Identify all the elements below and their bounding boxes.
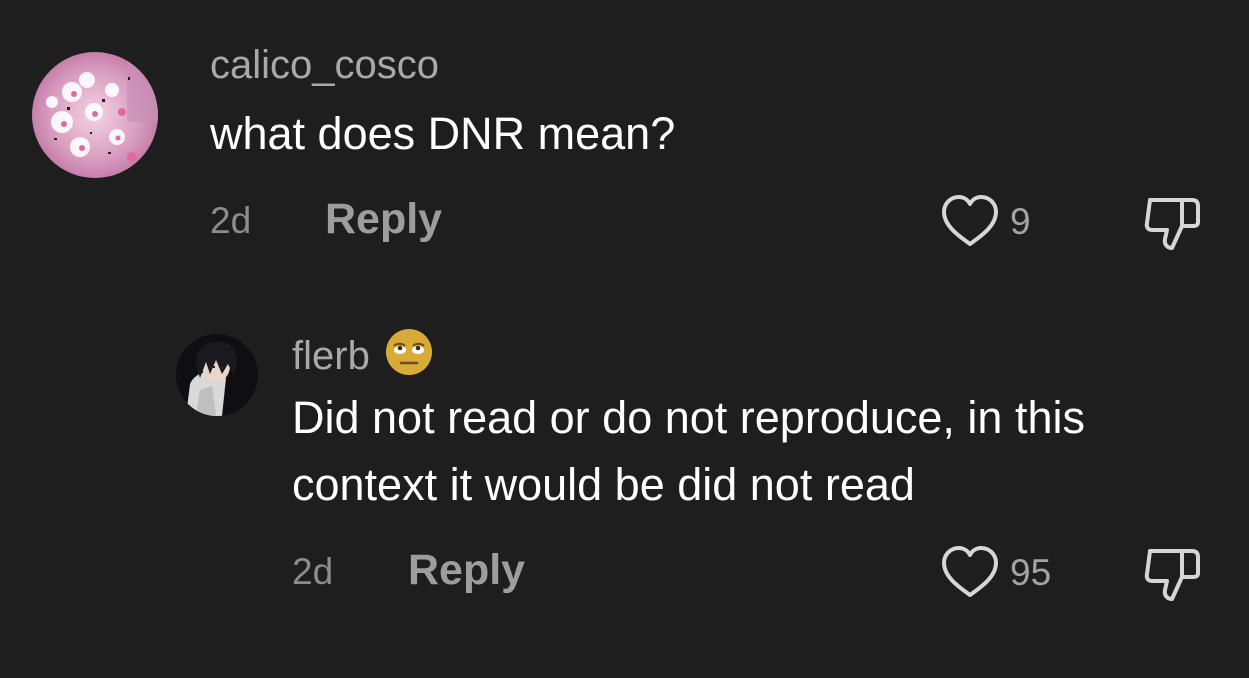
- thumbs-down-icon: [1144, 198, 1200, 250]
- face-with-rolling-eyes-emoji-icon: [384, 327, 434, 384]
- comment-text: what does DNR mean?: [210, 108, 676, 159]
- thumbs-down-icon: [1144, 549, 1200, 601]
- heart-icon: [942, 546, 998, 597]
- reply-button[interactable]: Reply: [408, 549, 525, 592]
- like-button[interactable]: 95: [940, 545, 1051, 599]
- reply-button[interactable]: Reply: [325, 198, 442, 241]
- username-text[interactable]: flerb: [292, 336, 370, 376]
- dislike-button[interactable]: [1142, 543, 1202, 608]
- like-count: 9: [1010, 200, 1031, 242]
- pink-blossom-avatar-icon: [32, 52, 158, 178]
- username[interactable]: flerb: [292, 327, 434, 384]
- comment-text: Did not read or do not reproduce, in thi…: [292, 392, 1085, 510]
- username-text[interactable]: calico_cosco: [210, 45, 439, 85]
- avatar[interactable]: [176, 334, 258, 416]
- anime-character-avatar-icon: [176, 334, 258, 416]
- avatar[interactable]: [32, 52, 158, 178]
- like-count: 95: [1010, 551, 1052, 593]
- like-button[interactable]: 9: [940, 194, 1031, 248]
- dislike-button[interactable]: [1142, 192, 1202, 257]
- username[interactable]: calico_cosco: [210, 45, 439, 85]
- comment-age: 2d: [292, 551, 334, 592]
- heart-icon: [942, 195, 998, 246]
- comment-age: 2d: [210, 200, 252, 241]
